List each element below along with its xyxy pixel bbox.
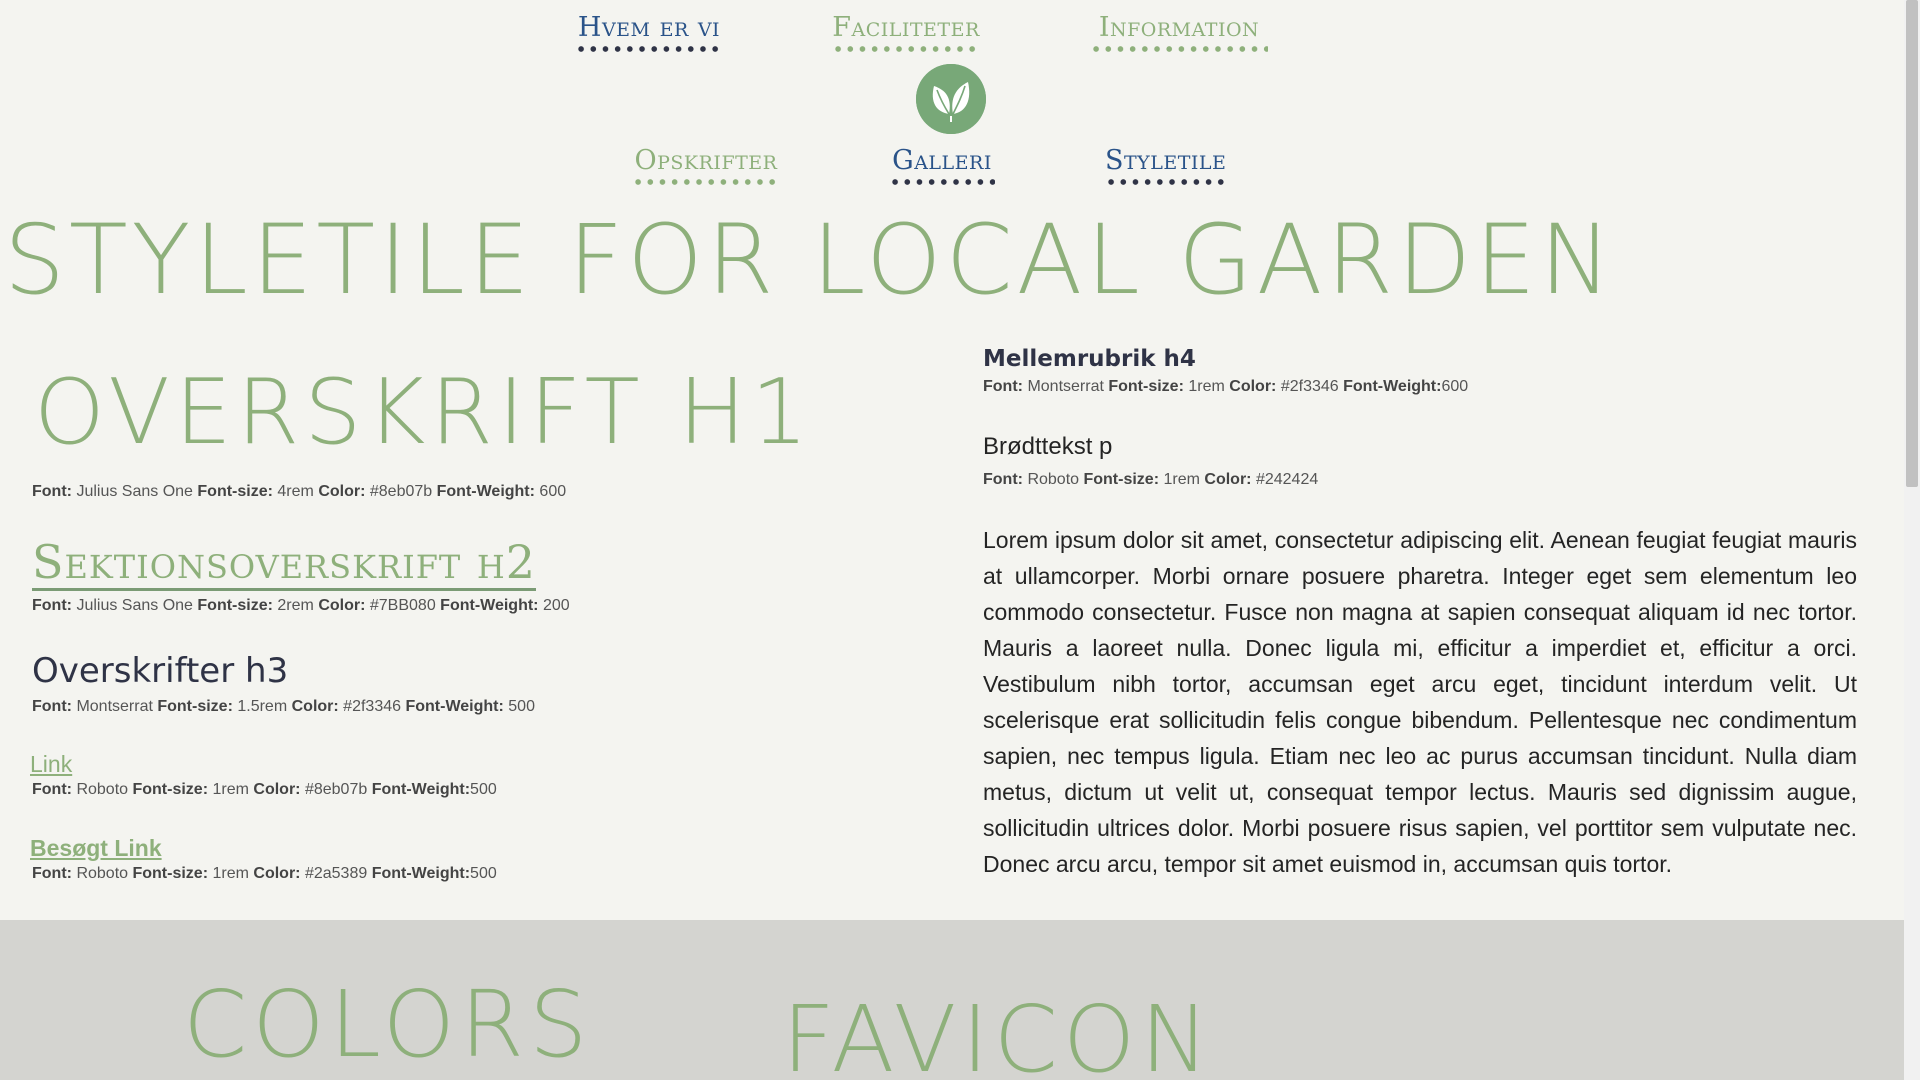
h2-sample: Sektionsoverskrift h2 <box>32 535 537 591</box>
nav-link-opskrifter[interactable]: Opskrifter <box>632 145 780 186</box>
visited-link-sample[interactable]: Besøgt Link <box>30 835 162 862</box>
nav-link-label: Faciliteter <box>832 12 980 43</box>
h3-sample: Overskrifter h3 <box>32 651 289 691</box>
h2-spec: Font: Julius Sans One Font-size: 2rem Co… <box>32 597 570 614</box>
page: Hvem er vi Faciliteter Information Opskr… <box>0 0 1904 1080</box>
link-sample[interactable]: Link <box>30 751 72 778</box>
nav-link-label: Styletile <box>1105 145 1227 176</box>
h4-spec: Font: Montserrat Font-size: 1rem Color: … <box>983 378 1469 395</box>
nav-dotted-underline <box>832 45 980 53</box>
vertical-scrollbar[interactable] <box>1904 0 1920 1080</box>
h3-spec: Font: Montserrat Font-size: 1.5rem Color… <box>32 698 535 715</box>
h4-sample: Mellemrubrik h4 <box>983 346 1196 372</box>
favicon-heading: FAVICON <box>782 986 1215 1080</box>
link-spec: Font: Roboto Font-size: 1rem Color: #8eb… <box>32 781 497 798</box>
nav-link-styletile[interactable]: Styletile <box>1105 145 1226 186</box>
nav-link-faciliteter[interactable]: Faciliteter <box>832 12 980 53</box>
colors-heading: COLORS <box>183 971 593 1078</box>
nav-dotted-underline <box>889 178 995 186</box>
nav-link-label: Information <box>1098 12 1260 43</box>
nav-link-hvem-er-vi[interactable]: Hvem er vi <box>575 12 723 53</box>
lorem-paragraph: Lorem ipsum dolor sit amet, consectetur … <box>983 527 1857 877</box>
nav-dotted-underline <box>575 45 723 53</box>
h1-spec: Font: Julius Sans One Font-size: 4rem Co… <box>32 483 567 500</box>
nav-dotted-underline <box>632 178 780 186</box>
paragraph-spec: Font: Roboto Font-size: 1rem Color: #242… <box>983 471 1319 488</box>
h1-sample: OVERSKRIFT H1 <box>34 360 814 465</box>
nav-link-information[interactable]: Information <box>1090 12 1268 53</box>
nav-dotted-underline <box>1090 45 1268 53</box>
paragraph-sample-label: Brødttekst p <box>983 433 1113 460</box>
visited-link-spec: Font: Roboto Font-size: 1rem Color: #2a5… <box>32 865 497 882</box>
colors-favicon-section: COLORS FAVICON <box>0 920 1904 1080</box>
leaf-icon <box>916 64 986 134</box>
nav-link-label: Galleri <box>892 145 992 176</box>
scrollbar-thumb[interactable] <box>1906 0 1918 487</box>
nav-link-label: Hvem er vi <box>577 12 721 43</box>
nav-link-galleri[interactable]: Galleri <box>889 145 995 186</box>
nav-dotted-underline <box>1105 178 1226 186</box>
page-title: STYLETILE FOR LOCAL GARDEN <box>4 204 1616 316</box>
logo[interactable] <box>916 64 986 134</box>
nav-link-label: Opskrifter <box>634 145 778 176</box>
